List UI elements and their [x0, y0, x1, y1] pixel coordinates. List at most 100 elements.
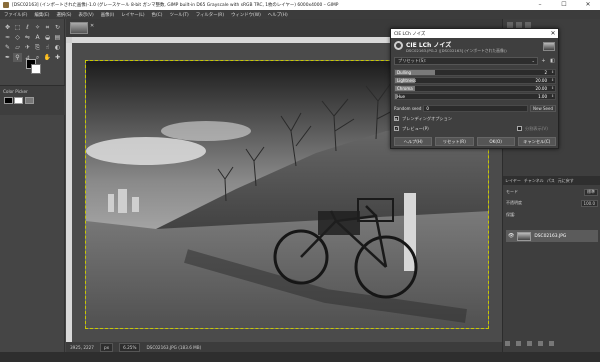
minimize-button[interactable]: –	[528, 0, 552, 10]
dodge-icon[interactable]: ◐	[53, 43, 62, 52]
crop-icon[interactable]: ⌗	[43, 23, 52, 32]
fg-bg-colors[interactable]	[26, 59, 42, 75]
menu-item[interactable]: ツール(T)	[169, 12, 188, 18]
menu-item[interactable]: 選択(S)	[57, 12, 72, 18]
menu-item[interactable]: ファイル(F)	[4, 12, 28, 18]
expander-icon[interactable]: ▸	[394, 116, 399, 121]
gimp-app-icon	[3, 2, 9, 8]
airbrush-icon[interactable]: ✈	[23, 43, 32, 52]
clone-icon[interactable]: ⎘	[33, 43, 42, 52]
chroma-slider[interactable]: Chroma 20.00 ⇕	[394, 85, 556, 92]
menu-item[interactable]: フィルター(R)	[196, 12, 224, 18]
duplicate-layer-icon[interactable]	[538, 341, 543, 346]
split-view-checkbox[interactable]	[517, 126, 522, 131]
tool-options-panel: Color Picker	[0, 85, 65, 115]
maximize-button[interactable]: ☐	[552, 0, 576, 10]
delete-layer-icon[interactable]	[549, 341, 554, 346]
menu-item[interactable]: 編集(E)	[35, 12, 50, 18]
hue-slider[interactable]: Hue 1.00 ⇕	[394, 93, 556, 100]
background-color-swatch[interactable]	[31, 64, 41, 74]
blending-options-row[interactable]: ▸ ブレンディングオプション	[394, 115, 452, 122]
move-tool-icon[interactable]: ✥	[3, 23, 12, 32]
rect-select-icon[interactable]: ⬚	[13, 23, 22, 32]
ok-button[interactable]: OK(O)	[476, 137, 515, 146]
dock-tab[interactable]: 元に戻す	[558, 178, 574, 184]
lightness-label: Lightness	[397, 78, 417, 83]
smudge-icon[interactable]: ☝	[43, 43, 52, 52]
sample-swatch-white[interactable]	[14, 97, 23, 104]
dialog-close-icon[interactable]: ✕	[548, 30, 558, 37]
dialog-subheading: DSC02163.JPG-2 ([DSC02163] (インポートされた画像))	[406, 48, 507, 53]
unit-select[interactable]: px	[99, 342, 114, 352]
color-picker-icon[interactable]: ⚲	[13, 53, 22, 62]
hand-icon[interactable]: ✋	[43, 53, 52, 62]
image-info: DSC02163.JPG (183.6 MB)	[146, 344, 202, 350]
new-layer-icon[interactable]	[505, 341, 510, 346]
cancel-button[interactable]: キャンセル(C)	[517, 137, 556, 146]
sample-swatch-black[interactable]	[4, 97, 13, 104]
split-view-label: 分割表示(V)	[525, 125, 548, 131]
menu-item[interactable]: ヘルプ(H)	[268, 12, 288, 18]
menu-item[interactable]: 色(C)	[152, 12, 163, 18]
warp-icon[interactable]: ≈	[3, 33, 12, 42]
eraser-icon[interactable]: ▱	[13, 43, 22, 52]
reset-button[interactable]: リセット(R)	[435, 137, 474, 146]
menu-item[interactable]: レイヤー(L)	[121, 12, 144, 18]
dock-bottom-icons	[505, 341, 554, 346]
perspective-icon[interactable]: ◇	[13, 33, 22, 42]
bucket-icon[interactable]: ◒	[43, 33, 52, 42]
lasso-icon[interactable]: ℓ	[23, 23, 32, 32]
path-icon[interactable]: ✒	[3, 53, 12, 62]
dulling-slider[interactable]: Dulling 2 ⇕	[394, 69, 556, 76]
hue-spin-icon[interactable]: ⇕	[551, 94, 554, 99]
layer-name: DSC02163.JPG	[534, 233, 567, 239]
dulling-label: Dulling	[397, 70, 412, 75]
preview-checkbox-row[interactable]: ✓ プレビュー(P)	[394, 125, 429, 132]
chroma-value: 20.00	[535, 86, 547, 91]
help-button[interactable]: ヘルプ(H)	[394, 137, 433, 146]
heal-icon[interactable]: ✚	[53, 53, 62, 62]
text-icon[interactable]: A	[33, 33, 42, 42]
menu-item[interactable]: 表示(V)	[79, 12, 94, 18]
mode-select[interactable]: 標準	[584, 188, 598, 196]
preset-menu-icon[interactable]: ◧	[549, 57, 556, 65]
blending-options-label: ブレンディングオプション	[402, 115, 452, 121]
paintbrush-icon[interactable]: ✎	[3, 43, 12, 52]
zoom-select[interactable]: 6.25%	[119, 342, 141, 352]
rotate-icon[interactable]: ↻	[53, 23, 62, 32]
seed-label: Random seed	[394, 105, 422, 111]
window-titlebar: [DSC02163] (インポートされた画像)-1.0 (グレースケール 8-b…	[0, 0, 600, 10]
lower-layer-icon[interactable]	[527, 341, 532, 346]
dock-tab[interactable]: レイヤー	[505, 178, 521, 184]
close-button[interactable]: ✕	[576, 0, 600, 10]
sample-swatch-gray[interactable]	[25, 97, 34, 104]
tool-grid: ✥ ⬚ ℓ ✧ ⌗ ↻ ≈ ◇ ⇋ A ◒ ▤ ✎ ▱ ✈ ⎘ ☝ ◐ ✒ ⚲ ⊿ ⌕ ✋ ✚	[3, 23, 63, 62]
dock-tab[interactable]: パス	[547, 178, 555, 184]
layer-thumbnail	[517, 231, 532, 241]
dulling-spin-icon[interactable]: ⇕	[551, 70, 554, 75]
seed-field[interactable]: 0	[423, 104, 528, 112]
flip-icon[interactable]: ⇋	[23, 33, 32, 42]
chroma-spin-icon[interactable]: ⇕	[551, 86, 554, 91]
image-tab-thumbnail[interactable]	[70, 22, 88, 34]
new-seed-button[interactable]: New Seed	[530, 104, 556, 112]
eye-icon[interactable]: 👁	[508, 233, 514, 239]
raise-layer-icon[interactable]	[516, 341, 521, 346]
layer-item[interactable]: 👁 DSC02163.JPG	[506, 230, 598, 242]
pointer-coords: 3925, 2227	[70, 344, 94, 350]
lightness-slider[interactable]: Lightness 20.00 ⇕	[394, 77, 556, 84]
preview-checkbox[interactable]: ✓	[394, 126, 399, 131]
window-title: [DSC02163] (インポートされた画像)-1.0 (グレースケール 8-b…	[12, 3, 339, 8]
split-view-checkbox-row[interactable]: 分割表示(V)	[517, 125, 548, 132]
menu-item[interactable]: 画像(I)	[101, 12, 115, 18]
opacity-field[interactable]: 100.0	[580, 199, 598, 207]
add-preset-icon[interactable]: +	[540, 57, 547, 65]
preset-select[interactable]: プリセット(S): ⌄	[394, 56, 538, 65]
fuzzy-select-icon[interactable]: ✧	[33, 23, 42, 32]
image-tab-close-icon[interactable]: ✕	[90, 23, 94, 29]
lightness-spin-icon[interactable]: ⇕	[551, 78, 554, 83]
dock-tab[interactable]: チャンネル	[524, 178, 544, 184]
gradient-icon[interactable]: ▤	[53, 33, 62, 42]
dock-tabs: レイヤー チャンネル パス 元に戻す	[503, 176, 600, 185]
menu-item[interactable]: ウィンドウ(W)	[231, 12, 261, 18]
